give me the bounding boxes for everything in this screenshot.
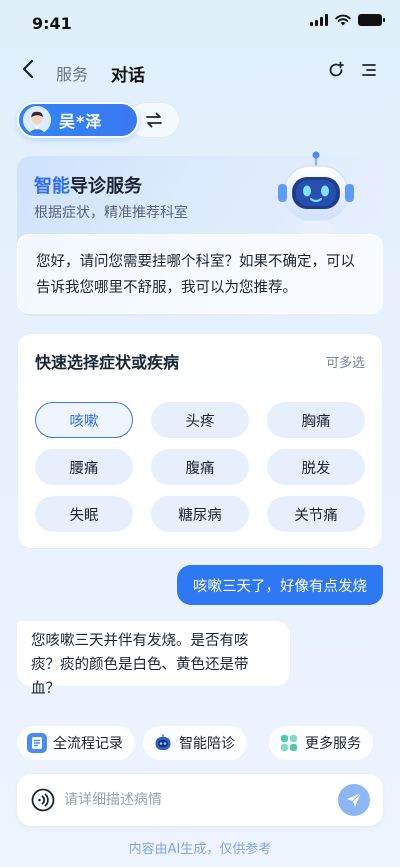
back-icon[interactable] — [18, 58, 40, 80]
patient-selector[interactable]: 吴*泽 — [17, 102, 139, 138]
send-icon — [347, 792, 362, 807]
action-label: 更多服务 — [305, 736, 361, 752]
quick-select-title: 快速选择症状或疾病 — [35, 353, 180, 372]
status-icons — [310, 14, 385, 26]
battery-icon — [358, 14, 385, 26]
multi-select-hint: 可多选 — [325, 356, 365, 371]
wifi-icon — [335, 14, 351, 26]
symptom-chip-insomnia[interactable]: 失眠 — [35, 496, 133, 532]
voice-input-icon[interactable] — [31, 788, 55, 812]
symptom-chip-back-pain[interactable]: 腰痛 — [35, 449, 133, 485]
menu-icon[interactable] — [360, 61, 378, 79]
robot-icon — [153, 733, 173, 753]
record-icon — [27, 733, 47, 753]
symptom-description-input[interactable] — [64, 786, 324, 814]
signal-icon — [310, 14, 328, 26]
send-button[interactable] — [338, 784, 370, 816]
status-time: 9:41 — [32, 14, 72, 33]
grid-icon — [279, 733, 299, 753]
action-label: 全流程记录 — [53, 736, 123, 752]
swap-icon — [146, 112, 162, 128]
hero-subtitle: 根据症状，精准推荐科室 — [34, 205, 188, 221]
patient-name: 吴*泽 — [59, 112, 103, 131]
avatar — [23, 106, 51, 134]
full-process-record-button[interactable]: 全流程记录 — [17, 726, 135, 760]
hero-title: 智能导诊服务 — [34, 172, 142, 198]
assistant-message: 您咳嗽三天并伴有发烧。是否有咳痰？痰的颜色是白色、黄色还是带血？ — [17, 621, 290, 697]
symptom-chip-cough[interactable]: 咳嗽 — [35, 402, 133, 438]
symptom-chip-headache[interactable]: 头疼 — [151, 402, 249, 438]
new-chat-icon[interactable] — [326, 60, 346, 80]
hero-title-rest: 导诊服务 — [70, 176, 142, 197]
assistant-greeting: 您好，请问您需要挂哪个科室？如果不确定，可以告诉我您哪里不舒服，我可以为您推荐。 — [17, 234, 383, 314]
symptom-chip-joint-pain[interactable]: 关节痛 — [267, 496, 365, 532]
tab-service[interactable]: 服务 — [56, 61, 88, 85]
smart-escort-button[interactable]: 智能陪诊 — [143, 726, 247, 760]
symptom-chip-abdominal-pain[interactable]: 腹痛 — [151, 449, 249, 485]
symptom-chip-diabetes[interactable]: 糖尿病 — [151, 496, 249, 532]
symptom-chip-chest-pain[interactable]: 胸痛 — [267, 402, 365, 438]
user-message: 咳嗽三天了，好像有点发烧 — [177, 565, 383, 605]
hero-title-highlight: 智能 — [34, 176, 70, 197]
more-services-button[interactable]: 更多服务 — [269, 726, 373, 760]
robot-mascot-icon — [278, 151, 354, 236]
symptom-chip-hair-loss[interactable]: 脱发 — [267, 449, 365, 485]
action-label: 智能陪诊 — [179, 736, 235, 752]
ai-disclaimer: 内容由AI生成，仅供参考 — [128, 842, 272, 857]
tab-chat[interactable]: 对话 — [111, 61, 145, 86]
